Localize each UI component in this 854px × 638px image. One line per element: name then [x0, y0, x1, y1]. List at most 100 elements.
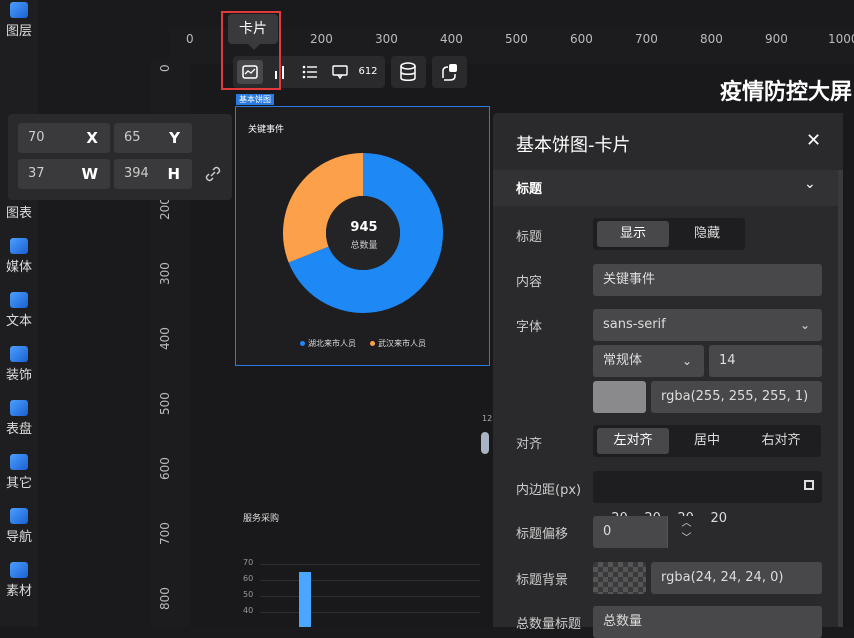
ruler-tick: 0 [158, 64, 172, 72]
stepper-arrows[interactable]: ︿ ﹀ [667, 516, 705, 548]
lock-ratio-icon[interactable] [204, 165, 222, 183]
font-size-input[interactable]: 14 [709, 345, 822, 377]
media-icon [10, 238, 28, 254]
padding-row-label: 内边距(px) [516, 483, 582, 498]
height-label: H [167, 165, 180, 183]
ruler-tick: 1000 [828, 32, 854, 46]
asset-icon [10, 562, 28, 578]
font-weight-select[interactable]: 常规体 ⌄ [593, 345, 704, 377]
chat-icon [332, 65, 348, 80]
ruler-tick: 300 [158, 262, 172, 285]
legend-dot [300, 341, 305, 346]
component-tag: 基本饼图 [236, 94, 274, 105]
padding-input[interactable]: 20, 20, 20, 20 [593, 471, 822, 526]
sidebar-item-media[interactable]: 媒体 [0, 238, 38, 288]
width-label: W [81, 165, 98, 183]
sidebar-item-text[interactable]: 文本 [0, 292, 38, 342]
y-label: Y [169, 129, 180, 147]
section-header[interactable] [493, 170, 843, 206]
sidebar-item-label: 装饰 [5, 368, 32, 383]
chat-button[interactable] [327, 60, 353, 84]
font-color-swatch[interactable] [593, 381, 646, 413]
sidebar-item-navigation[interactable]: 导航 [0, 508, 38, 558]
y-tick: 40 [243, 606, 254, 615]
chevron-down-icon: ⌄ [681, 354, 692, 368]
sidebar-item-gauge[interactable]: 表盘 [0, 400, 38, 450]
grid-line [260, 580, 480, 581]
bg-row-label: 标题背景 [516, 573, 569, 588]
bar [299, 572, 311, 627]
section-label: 标题 [516, 182, 543, 197]
legend-dot [370, 341, 375, 346]
position-panel: 70 X 65 Y 37 W 394 H [8, 114, 232, 200]
ruler-tick: 500 [158, 392, 172, 415]
x-value: 70 [28, 130, 45, 145]
screen-title: 疫情防控大屏 [720, 80, 853, 105]
show-option[interactable]: 显示 [597, 221, 669, 247]
left-sidebar: 图层 图表 媒体 文本 装饰 表盘 其它 导航 素材 [0, 0, 38, 627]
sidebar-item-label: 导航 [5, 530, 32, 545]
ruler-tick: 900 [765, 32, 788, 46]
sidebar-item-label: 文本 [5, 314, 32, 329]
sidebar-item-decoration[interactable]: 装饰 [0, 346, 38, 396]
offset-stepper[interactable]: 0 ︿ ﹀ [593, 516, 705, 548]
y-value: 65 [124, 130, 141, 145]
font-family-select[interactable]: sans-serif ⌄ [593, 309, 822, 341]
list-button[interactable] [297, 60, 323, 84]
width-value: 37 [28, 166, 45, 181]
database-button[interactable] [391, 56, 426, 88]
width-field[interactable]: 37 W [18, 159, 110, 189]
sidebar-item-other[interactable]: 其它 [0, 454, 38, 504]
ruler-tick: 700 [158, 522, 172, 545]
close-icon[interactable]: ✕ [806, 130, 821, 151]
x-label: X [86, 129, 98, 147]
ruler-tick: 300 [375, 32, 398, 46]
legend-item: 湖北来市人员 [300, 338, 356, 349]
bg-color-input[interactable]: rgba(24, 24, 24, 0) [651, 562, 822, 594]
sidebar-item-label: 图表 [5, 206, 32, 221]
sidebar-item-label: 素材 [5, 584, 32, 599]
bg-color-swatch[interactable] [593, 562, 646, 594]
ruler-tick: 200 [158, 197, 172, 220]
offset-row-label: 标题偏移 [516, 527, 569, 542]
y-field[interactable]: 65 Y [114, 123, 192, 153]
slider-handle[interactable] [481, 432, 489, 454]
chevron-down-icon: ⌄ [799, 318, 810, 332]
height-field[interactable]: 394 H [114, 159, 192, 189]
align-center-option[interactable]: 居中 [671, 428, 743, 454]
content-input[interactable]: 关键事件 [593, 264, 822, 296]
sidebar-item-asset[interactable]: 素材 [0, 562, 38, 612]
font-color-input[interactable]: rgba(255, 255, 255, 1) [651, 381, 822, 413]
title-visibility-toggle: 显示 隐藏 [593, 218, 745, 250]
x-field[interactable]: 70 X [18, 123, 110, 153]
number-button[interactable]: 612 [355, 60, 381, 84]
padding-link-icon[interactable] [804, 480, 814, 490]
align-row-label: 对齐 [516, 437, 543, 452]
card-title: 关键事件 [248, 125, 285, 135]
chevron-down-icon[interactable]: ⌄ [804, 176, 816, 192]
ruler-tick: 400 [158, 327, 172, 350]
height-value: 394 [124, 166, 149, 181]
layers-icon [10, 2, 28, 18]
next-input[interactable]: 总数量 [593, 606, 822, 638]
y-tick: 50 [243, 590, 254, 599]
legend-label: 湖北来市人员 [308, 339, 356, 348]
align-right-option[interactable]: 右对齐 [745, 428, 817, 454]
grid-line [260, 564, 480, 565]
ruler-tick: 400 [440, 32, 463, 46]
small-label: 12 [482, 414, 493, 423]
panel-scrollbar[interactable] [838, 170, 843, 627]
sidebar-item-label: 图层 [5, 24, 32, 39]
font-weight-value: 常规体 [603, 353, 643, 368]
hide-option[interactable]: 隐藏 [671, 221, 743, 247]
grid-line [260, 596, 480, 597]
interaction-button[interactable] [432, 56, 467, 88]
highlight-box [221, 11, 281, 90]
pie-center-label: 总数量 [350, 241, 378, 251]
more-icon [10, 454, 28, 470]
align-left-option[interactable]: 左对齐 [597, 428, 669, 454]
content-row-label: 内容 [516, 275, 543, 290]
legend-label: 武汉来市人员 [378, 339, 426, 348]
text-icon [10, 292, 28, 308]
sidebar-item-layers[interactable]: 图层 [0, 2, 38, 52]
